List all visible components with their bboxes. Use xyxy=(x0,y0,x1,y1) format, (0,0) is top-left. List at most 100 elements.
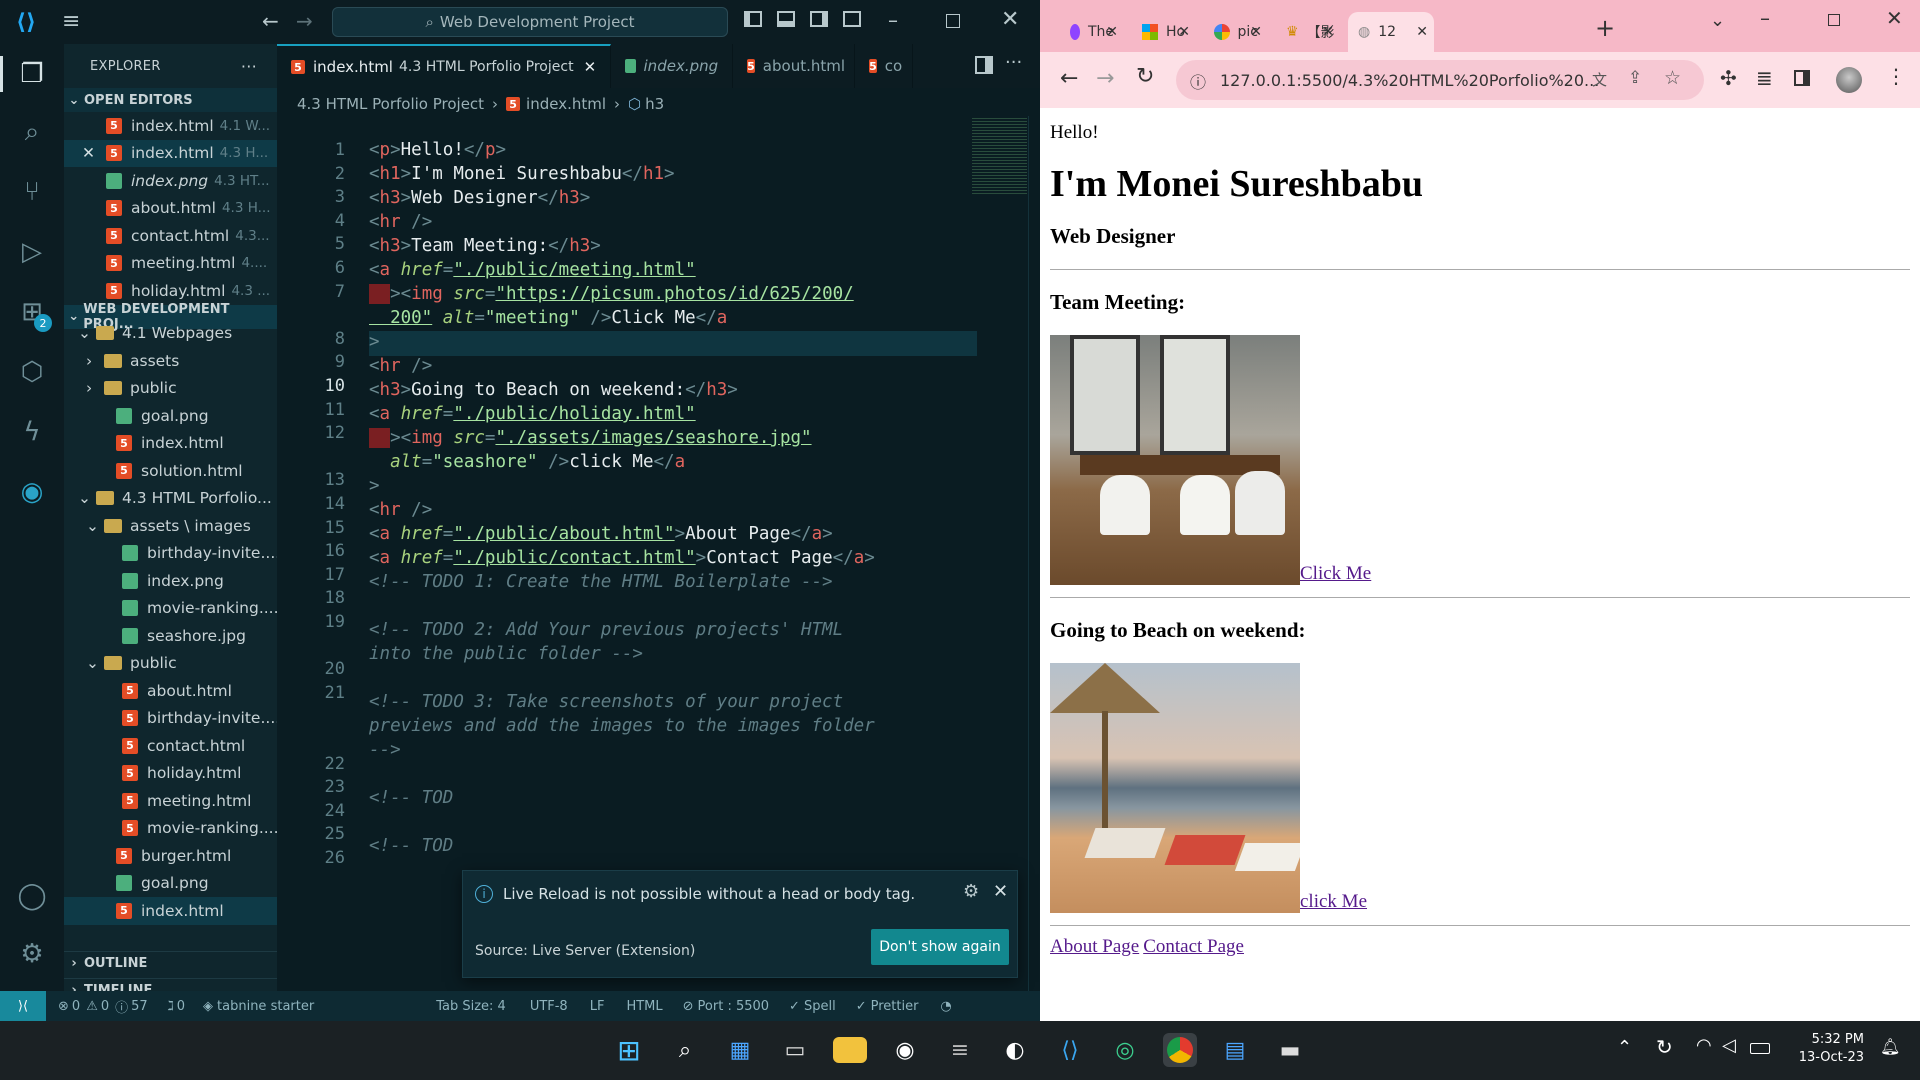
split-editor-icon[interactable] xyxy=(975,56,993,74)
toggle-panel-icon[interactable] xyxy=(777,11,795,27)
tree-item[interactable]: ⌄ public xyxy=(64,650,277,678)
tree-item[interactable]: birthday-invite.... xyxy=(64,540,277,568)
widgets-icon[interactable]: ▦ xyxy=(723,1033,757,1067)
command-center-search[interactable]: ⌕ Web Development Project xyxy=(332,7,728,37)
maximize-icon[interactable] xyxy=(946,14,960,28)
remote-explorer-icon[interactable]: ⬡ xyxy=(14,354,50,390)
tree-item[interactable]: 5 burger.html xyxy=(64,842,277,870)
toggle-sidebar-icon[interactable] xyxy=(744,11,762,27)
close-tab-icon[interactable]: ✕ xyxy=(584,58,597,76)
click-me-link[interactable]: Click Me xyxy=(1300,563,1371,585)
extensions-puzzle-icon[interactable]: ✣ xyxy=(1720,66,1737,90)
vertical-scrollbar[interactable] xyxy=(1028,116,1040,991)
close-icon[interactable]: ✕ xyxy=(82,144,95,162)
prettier-status[interactable]: Prettier xyxy=(871,999,919,1014)
bookmark-star-icon[interactable]: ☆ xyxy=(1664,67,1681,89)
profile-avatar[interactable] xyxy=(1836,67,1862,93)
meeting-image[interactable] xyxy=(1050,335,1300,585)
open-editor-item[interactable]: 5 index.html 4.1 W... xyxy=(64,112,277,140)
breadcrumb-folder[interactable]: 4.3 HTML Porfolio Project xyxy=(297,95,484,113)
battery-icon[interactable] xyxy=(1750,1043,1770,1054)
volume-icon[interactable]: ◁ xyxy=(1722,1035,1736,1056)
tree-item[interactable]: 5 birthday-invite.... xyxy=(64,705,277,733)
share-icon[interactable]: ⇪ xyxy=(1628,68,1642,88)
customize-layout-icon[interactable] xyxy=(843,11,861,27)
file-explorer-icon[interactable] xyxy=(833,1037,867,1063)
timeline-header[interactable]: › TIMELINE xyxy=(64,978,277,991)
close-icon[interactable]: ✕ xyxy=(1886,6,1903,30)
edge-icon[interactable]: ◎ xyxy=(1108,1033,1142,1067)
chrome-menu-icon[interactable]: ⋮ xyxy=(1886,64,1906,88)
tree-item[interactable]: index.png xyxy=(64,567,277,595)
chrome-icon[interactable] xyxy=(1163,1033,1197,1067)
thunder-client-icon[interactable]: ϟ xyxy=(14,414,50,450)
toast-close-icon[interactable]: ✕ xyxy=(993,881,1008,902)
tree-item[interactable]: movie-ranking.... xyxy=(64,595,277,623)
minimap[interactable] xyxy=(972,116,1027,196)
language-mode[interactable]: HTML xyxy=(626,999,662,1014)
edge-devtools-icon[interactable]: ◉ xyxy=(14,474,50,510)
tabnine-icon[interactable]: ◈ xyxy=(203,999,213,1014)
open-editor-item[interactable]: 5 meeting.html 4.... xyxy=(64,250,277,278)
settings-gear-icon[interactable]: ⚙ xyxy=(14,936,50,972)
tree-item[interactable]: ⌄ 4.3 HTML Porfolio... xyxy=(64,485,277,513)
spell-check[interactable]: Spell xyxy=(804,999,836,1014)
back-arrow-icon[interactable]: ← xyxy=(1060,66,1078,91)
start-icon[interactable]: ⊞ xyxy=(612,1033,646,1067)
info-icon[interactable]: ⓘ xyxy=(115,997,128,1016)
dont-show-again-button[interactable]: Don't show again xyxy=(871,929,1009,965)
address-bar[interactable]: ⓘ 127.0.0.1:5500/4.3%20HTML%20Porfolio%2… xyxy=(1176,60,1704,100)
tree-item[interactable]: goal.png xyxy=(64,870,277,898)
encoding[interactable]: UTF-8 xyxy=(530,999,568,1014)
remote-indicator-icon[interactable]: ⟩⟨ xyxy=(0,991,46,1021)
prettier-icon[interactable]: ✓ xyxy=(856,999,867,1014)
info-count[interactable]: 57 xyxy=(131,999,148,1014)
editor-more-icon[interactable]: ··· xyxy=(1005,52,1022,73)
explorer-icon[interactable]: ❐ xyxy=(14,56,50,92)
close-tab-icon[interactable]: ✕ xyxy=(1322,24,1334,40)
meeting-link[interactable]: Click Me xyxy=(1050,335,1910,585)
open-editor-item[interactable]: 5 about.html 4.3 H... xyxy=(64,195,277,223)
ports-icon[interactable]: ℷ xyxy=(168,999,174,1014)
browser-tab[interactable]: The ✕ xyxy=(1060,12,1124,52)
open-editor-item[interactable]: 5 holiday.html 4.3 ... xyxy=(64,277,277,305)
tree-item[interactable]: › public xyxy=(64,375,277,403)
click-me-link-2[interactable]: click Me xyxy=(1300,891,1367,913)
source-control-icon[interactable]: ⑂ xyxy=(14,174,50,210)
tab-search-icon[interactable]: ⌄ xyxy=(1710,10,1725,31)
url-text[interactable]: 127.0.0.1:5500/4.3%20HTML%20Porfolio%20.… xyxy=(1220,71,1599,90)
tree-item[interactable]: goal.png xyxy=(64,402,277,430)
wifi-icon[interactable]: ◠ xyxy=(1696,1035,1712,1056)
warnings-icon[interactable]: ⚠ xyxy=(86,999,98,1014)
site-info-icon[interactable]: ⓘ xyxy=(1190,69,1206,93)
search-icon[interactable]: ⌕ xyxy=(14,114,50,150)
minimize-icon[interactable]: – xyxy=(888,8,898,32)
open-editors-header[interactable]: ⌄ OPEN EDITORS xyxy=(64,88,277,112)
mongodb-icon[interactable]: ◐ xyxy=(998,1033,1032,1067)
search-icon[interactable]: ⌕ xyxy=(668,1033,702,1067)
tree-item[interactable]: 5 index.html xyxy=(64,430,277,458)
tree-item[interactable]: 5 about.html xyxy=(64,677,277,705)
reading-list-icon[interactable]: ≣ xyxy=(1756,66,1773,90)
open-editor-item[interactable]: index.png 4.3 HT... xyxy=(64,167,277,195)
tree-item[interactable]: 5 holiday.html xyxy=(64,760,277,788)
seashore-image[interactable] xyxy=(1050,663,1300,913)
editor-tab[interactable]: 5 index.html 4.3 HTML Porfolio Project ✕ xyxy=(277,44,612,88)
browser-tab[interactable]: ♛ 【影 ✕ xyxy=(1276,12,1340,52)
cmd-icon[interactable]: ▬ xyxy=(1273,1033,1307,1067)
notifications-bell-icon[interactable]: ◔ xyxy=(940,999,951,1014)
tree-item[interactable]: seashore.jpg xyxy=(64,622,277,650)
toast-settings-gear-icon[interactable]: ⚙ xyxy=(963,881,979,902)
vscode-taskbar-icon[interactable]: ⟨⟩ xyxy=(1053,1033,1087,1067)
forward-arrow-icon[interactable]: → xyxy=(1096,66,1114,91)
close-tab-icon[interactable]: ✕ xyxy=(1178,24,1190,40)
editor-tab[interactable]: 5 about.html xyxy=(733,44,856,88)
translate-icon[interactable]: 文 xyxy=(1592,69,1607,90)
editor-tab[interactable]: 5 co xyxy=(855,44,914,88)
breadcrumb-file[interactable]: index.html xyxy=(526,95,606,113)
github-icon[interactable]: ◉ xyxy=(888,1033,922,1067)
close-tab-icon[interactable]: ✕ xyxy=(1250,24,1262,40)
end-of-line[interactable]: LF xyxy=(590,999,605,1014)
new-tab-icon[interactable]: + xyxy=(1595,14,1615,42)
tree-item[interactable]: 5 movie-ranking.... xyxy=(64,815,277,843)
